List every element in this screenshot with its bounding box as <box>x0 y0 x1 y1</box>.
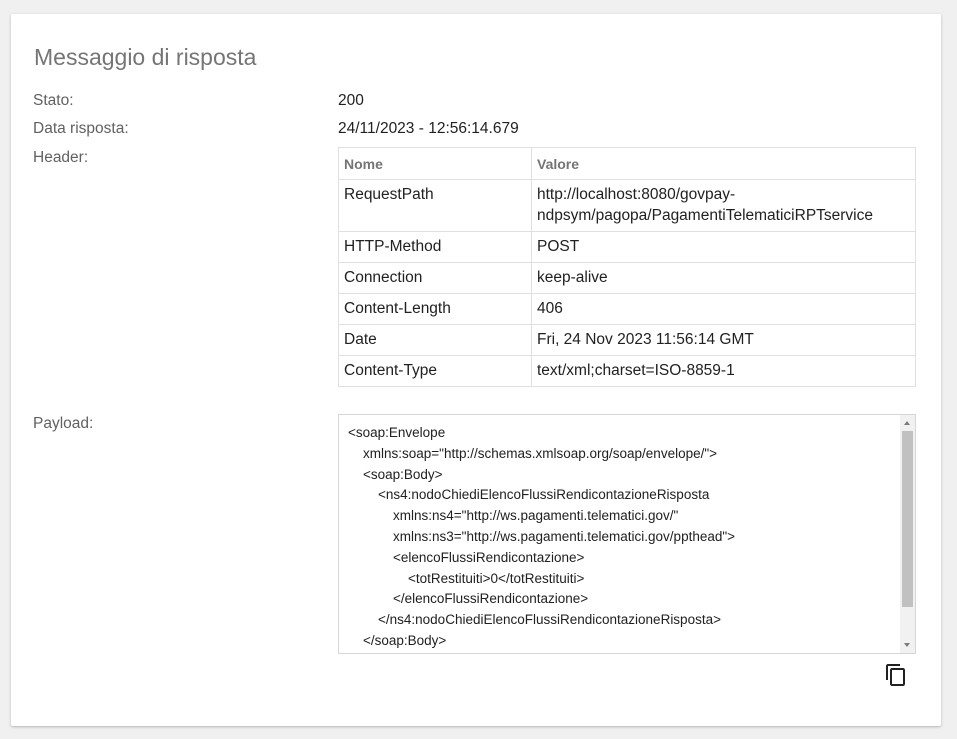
table-row: Connection keep-alive <box>338 262 916 294</box>
response-message-card: Messaggio di risposta Stato: 200 Data ri… <box>11 14 941 726</box>
payload-content[interactable]: <soap:Envelope xmlns:soap="http://schema… <box>348 423 899 652</box>
header-table: Nome Valore RequestPath http://localhost… <box>338 147 916 387</box>
header-value: 406 <box>531 293 916 325</box>
data-risposta-value: 24/11/2023 - 12:56:14.679 <box>338 120 519 137</box>
table-row: Content-Length 406 <box>338 293 916 325</box>
data-risposta-label: Data risposta: <box>33 120 129 137</box>
copy-icon <box>886 664 905 686</box>
header-name: Content-Length <box>338 293 532 325</box>
table-row: HTTP-Method POST <box>338 231 916 263</box>
payload-label: Payload: <box>33 415 94 432</box>
scroll-thumb[interactable] <box>902 431 913 607</box>
column-header-valore: Valore <box>531 147 916 180</box>
table-row: RequestPath http://localhost:8080/govpay… <box>338 179 916 232</box>
payload-textarea[interactable]: <soap:Envelope xmlns:soap="http://schema… <box>338 414 916 654</box>
header-value: http://localhost:8080/govpay- ndpsym/pag… <box>531 179 916 232</box>
scroll-up-arrow-icon[interactable] <box>904 421 910 425</box>
header-value: Fri, 24 Nov 2023 11:56:14 GMT <box>531 324 916 356</box>
payload-scrollbar[interactable] <box>900 415 915 653</box>
header-value: POST <box>531 231 916 263</box>
column-header-nome: Nome <box>338 147 532 180</box>
header-name: RequestPath <box>338 179 532 232</box>
table-row: Date Fri, 24 Nov 2023 11:56:14 GMT <box>338 324 916 356</box>
header-name: Content-Type <box>338 355 532 387</box>
header-name: Date <box>338 324 532 356</box>
header-label: Header: <box>33 149 89 166</box>
copy-button[interactable] <box>883 662 909 688</box>
scroll-down-arrow-icon[interactable] <box>904 643 910 647</box>
stato-value: 200 <box>338 92 364 109</box>
header-name: HTTP-Method <box>338 231 532 263</box>
card-title: Messaggio di risposta <box>34 44 257 70</box>
header-value: text/xml;charset=ISO-8859-1 <box>531 355 916 387</box>
header-table-head-row: Nome Valore <box>338 147 916 180</box>
stato-label: Stato: <box>33 92 74 109</box>
table-row: Content-Type text/xml;charset=ISO-8859-1 <box>338 355 916 387</box>
header-name: Connection <box>338 262 532 294</box>
header-value: keep-alive <box>531 262 916 294</box>
